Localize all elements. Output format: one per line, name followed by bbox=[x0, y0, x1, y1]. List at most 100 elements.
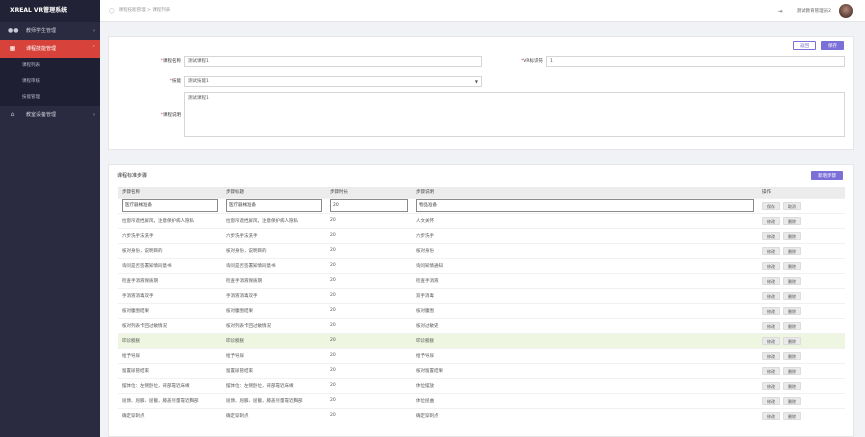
sidebar-item-course-skills[interactable]: ▦ 课程技能管理 ˇ bbox=[0, 40, 100, 58]
sidebar-subitem-skill-management[interactable]: 技能管理 bbox=[0, 90, 100, 106]
column-header: 步骤时长 bbox=[326, 187, 412, 198]
row-actions: 修改 删除 bbox=[758, 302, 845, 318]
edit-step-button[interactable]: 修改 bbox=[762, 291, 780, 300]
step-duration-cell: 20 bbox=[326, 392, 412, 408]
delete-step-button[interactable]: 删除 bbox=[783, 246, 801, 255]
row-actions: 修改 删除 bbox=[758, 347, 845, 363]
edit-step-button[interactable]: 修改 bbox=[762, 336, 780, 345]
table-row: 手消液消毒双手 手消液消毒双手 20 双手消毒 修改 删除 bbox=[118, 287, 845, 303]
step-desc-input[interactable]: 物品准备 bbox=[416, 199, 754, 212]
table-row: 留置尿管结束 留置尿管结束 20 核对留置结果 修改 删除 bbox=[118, 362, 845, 378]
delete-step-button[interactable]: 删除 bbox=[783, 261, 801, 270]
save-button[interactable]: 保存 bbox=[821, 41, 844, 50]
vr-id-input[interactable]: 1 bbox=[546, 56, 845, 67]
sidebar-item-teachers-students[interactable]: ●● 教师学生管理 › bbox=[0, 22, 100, 40]
sidebar-item-label: 教室设备管理 bbox=[26, 112, 57, 118]
edit-step-button[interactable]: 修改 bbox=[762, 276, 780, 285]
steps-section-title: 课程标准步骤 bbox=[117, 173, 148, 179]
step-name-cell: 叩诊膀胱 bbox=[118, 332, 222, 348]
skill-select[interactable]: 测试技能1 ▼ bbox=[184, 76, 482, 87]
edit-step-button[interactable]: 修改 bbox=[762, 381, 780, 390]
table-row: 拉窗帘遮挡屏风，注意保护病人隐私 拉窗帘遮挡屏风，注意保护病人隐私 20 人文关怀 修改… bbox=[118, 212, 845, 228]
step-duration-cell: 20 bbox=[326, 332, 412, 348]
step-title-cell: 核对列表卡回过敏情况 bbox=[222, 317, 326, 333]
table-row: 六步洗手法洗手 六步洗手法洗手 20 六步洗手 修改 删除 bbox=[118, 227, 845, 243]
delete-step-button[interactable]: 删除 bbox=[783, 291, 801, 300]
step-duration-input[interactable]: 20 bbox=[330, 199, 408, 212]
step-title-cell: 摆体位：左侧卧位，背部靠近床缘 bbox=[222, 377, 326, 393]
step-duration-cell: 20 bbox=[326, 317, 412, 333]
edit-step-button[interactable]: 修改 bbox=[762, 216, 780, 225]
breadcrumb: ◯ 课程技能管理 > 课程列表 bbox=[109, 0, 170, 22]
step-desc-cell: 体位摆放 bbox=[412, 377, 758, 393]
step-desc-cell: 叩诊膀胱 bbox=[412, 332, 758, 348]
sidebar-item-classroom-devices[interactable]: ⌂ 教室设备管理 › bbox=[0, 106, 100, 124]
row-actions: 修改 删除 bbox=[758, 392, 845, 408]
chevron-down-icon: ˇ bbox=[92, 46, 96, 52]
delete-step-button[interactable]: 删除 bbox=[783, 306, 801, 315]
step-desc-cell: 核对留置结果 bbox=[412, 362, 758, 378]
row-actions: 修改 删除 bbox=[758, 272, 845, 288]
sidebar-subitem-course-list[interactable]: 课程列表 bbox=[0, 58, 100, 74]
vr-id-label: *VR标识符 bbox=[521, 59, 543, 64]
step-name-cell: 留置尿管结束 bbox=[118, 362, 222, 378]
edit-step-button[interactable]: 修改 bbox=[762, 411, 780, 420]
step-desc-cell: 六步洗手 bbox=[412, 227, 758, 243]
delete-step-button[interactable]: 删除 bbox=[783, 216, 801, 225]
course-name-input[interactable]: 测试课程1 bbox=[184, 56, 482, 67]
description-textarea[interactable]: 测试课程1 bbox=[184, 92, 845, 137]
skill-label: *技能 bbox=[169, 79, 181, 84]
step-name-cell: 核对列表卡回过敏情况 bbox=[118, 317, 222, 333]
edit-step-button[interactable]: 修改 bbox=[762, 321, 780, 330]
sidebar-subitem-course-review[interactable]: 课程审核 bbox=[0, 74, 100, 90]
edit-step-button[interactable]: 修改 bbox=[762, 261, 780, 270]
delete-step-button[interactable]: 删除 bbox=[783, 231, 801, 240]
delete-step-button[interactable]: 删除 bbox=[783, 366, 801, 375]
table-row: 叩诊膀胱 叩诊膀胱 20 叩诊膀胱 修改 删除 bbox=[118, 332, 845, 348]
home-icon: ⌂ bbox=[10, 111, 15, 118]
step-name-cell: 摆体位：左侧卧位，背部靠近床缘 bbox=[118, 377, 222, 393]
add-step-button[interactable]: 新增步骤 bbox=[811, 171, 843, 180]
column-header: 步骤名称 bbox=[118, 187, 222, 198]
step-title-cell: 检查手消液保质期 bbox=[222, 272, 326, 288]
step-duration-cell: 20 bbox=[326, 257, 412, 273]
edit-step-button[interactable]: 修改 bbox=[762, 366, 780, 375]
edit-step-button[interactable]: 修改 bbox=[762, 231, 780, 240]
chevron-right-icon: › bbox=[93, 112, 95, 118]
logout-icon[interactable]: ⇥ bbox=[778, 8, 783, 15]
step-name-cell: 拉窗帘遮挡屏风，注意保护病人隐私 bbox=[118, 212, 222, 228]
row-actions: 修改 删除 bbox=[758, 242, 845, 258]
row-actions: 修改 删除 bbox=[758, 287, 845, 303]
delete-step-button[interactable]: 删除 bbox=[783, 336, 801, 345]
step-duration-cell: 20 bbox=[326, 302, 412, 318]
row-actions: 修改 删除 bbox=[758, 362, 845, 378]
row-actions: 修改 删除 bbox=[758, 212, 845, 228]
step-title-input[interactable]: 医疗器械准备 bbox=[226, 199, 322, 212]
step-desc-cell: 确定穿刺点 bbox=[412, 407, 758, 423]
step-title-cell: 确定穿刺点 bbox=[222, 407, 326, 423]
step-title-cell: 叩诊膀胱 bbox=[222, 332, 326, 348]
user-name[interactable]: 测试教育管理员2 bbox=[797, 8, 831, 14]
table-row: 询问是否签署知情同意书 询问是否签署知情同意书 20 询问知情通知 修改 删除 bbox=[118, 257, 845, 273]
cancel-step-button[interactable]: 取消 bbox=[783, 201, 801, 210]
delete-step-button[interactable]: 删除 bbox=[783, 381, 801, 390]
return-button[interactable]: 返回 bbox=[793, 41, 816, 50]
edit-step-button[interactable]: 修改 bbox=[762, 246, 780, 255]
step-name-input[interactable]: 医疗器械准备 bbox=[122, 199, 218, 212]
delete-step-button[interactable]: 删除 bbox=[783, 321, 801, 330]
delete-step-button[interactable]: 删除 bbox=[783, 276, 801, 285]
table-row: 核对身份，说明目的 核对身份，说明目的 20 核对身份 修改 删除 bbox=[118, 242, 845, 258]
step-duration-cell: 20 bbox=[326, 362, 412, 378]
edit-step-button[interactable]: 修改 bbox=[762, 306, 780, 315]
breadcrumb-text[interactable]: 课程技能管理 > 课程列表 bbox=[119, 0, 171, 22]
delete-step-button[interactable]: 删除 bbox=[783, 396, 801, 405]
delete-step-button[interactable]: 删除 bbox=[783, 351, 801, 360]
edit-step-button[interactable]: 修改 bbox=[762, 396, 780, 405]
save-step-button[interactable]: 保存 bbox=[762, 201, 780, 210]
avatar[interactable] bbox=[839, 4, 853, 18]
row-actions: 修改 删除 bbox=[758, 227, 845, 243]
step-duration-cell: 20 bbox=[326, 407, 412, 423]
table-row: 屈颈、屈膝、屈髋，膝盖尽量靠近胸部 屈颈、屈膝、屈髋，膝盖尽量靠近胸部 20 体位屈曲… bbox=[118, 392, 845, 408]
edit-step-button[interactable]: 修改 bbox=[762, 351, 780, 360]
delete-step-button[interactable]: 删除 bbox=[783, 411, 801, 420]
